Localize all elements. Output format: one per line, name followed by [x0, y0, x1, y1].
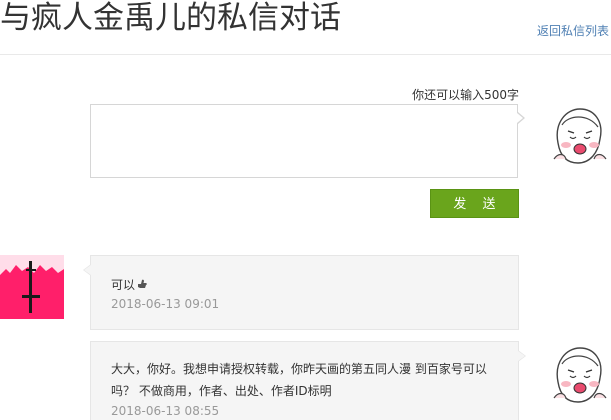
compose-box: [90, 104, 518, 178]
message-body: 可以: [111, 278, 136, 292]
bubble-tail-inner: [518, 351, 525, 361]
bubble-tail-inner: [84, 265, 91, 275]
send-button[interactable]: 发 送: [430, 189, 519, 218]
header-divider: [0, 54, 611, 55]
message-timestamp: 2018-06-13 08:55: [111, 404, 220, 418]
message-text: 大大，你好。我想申请授权转载，你昨天画的第五同人漫 到百家号可以吗？ 不做商用，…: [111, 362, 487, 398]
message-timestamp: 2018-06-13 09:01: [111, 297, 220, 311]
page-title: 与疯人金禹儿的私信对话: [0, 0, 341, 36]
my-avatar[interactable]: [548, 103, 608, 169]
red-cross-avatar-icon: [0, 255, 64, 319]
thumbs-up-icon: [138, 279, 147, 288]
cartoon-face-icon: [553, 108, 607, 164]
sender-avatar[interactable]: [0, 255, 64, 319]
my-avatar[interactable]: [548, 342, 608, 408]
char-count-label: 你还可以输入500字: [412, 88, 519, 102]
back-to-message-list-link[interactable]: 返回私信列表: [537, 22, 609, 39]
message-bubble: 大大，你好。我想申请授权转载，你昨天画的第五同人漫 到百家号可以吗？ 不做商用，…: [90, 341, 526, 420]
compose-tail-inner: [517, 113, 523, 123]
cartoon-face-icon: [553, 347, 607, 403]
message-text: 可以: [111, 274, 494, 296]
private-message-page: 与疯人金禹儿的私信对话 返回私信列表 你还可以输入500字 发 送 可以 201…: [0, 0, 611, 420]
message-input[interactable]: [91, 105, 517, 177]
message-bubble: 可以 2018-06-13 09:01: [83, 255, 519, 330]
